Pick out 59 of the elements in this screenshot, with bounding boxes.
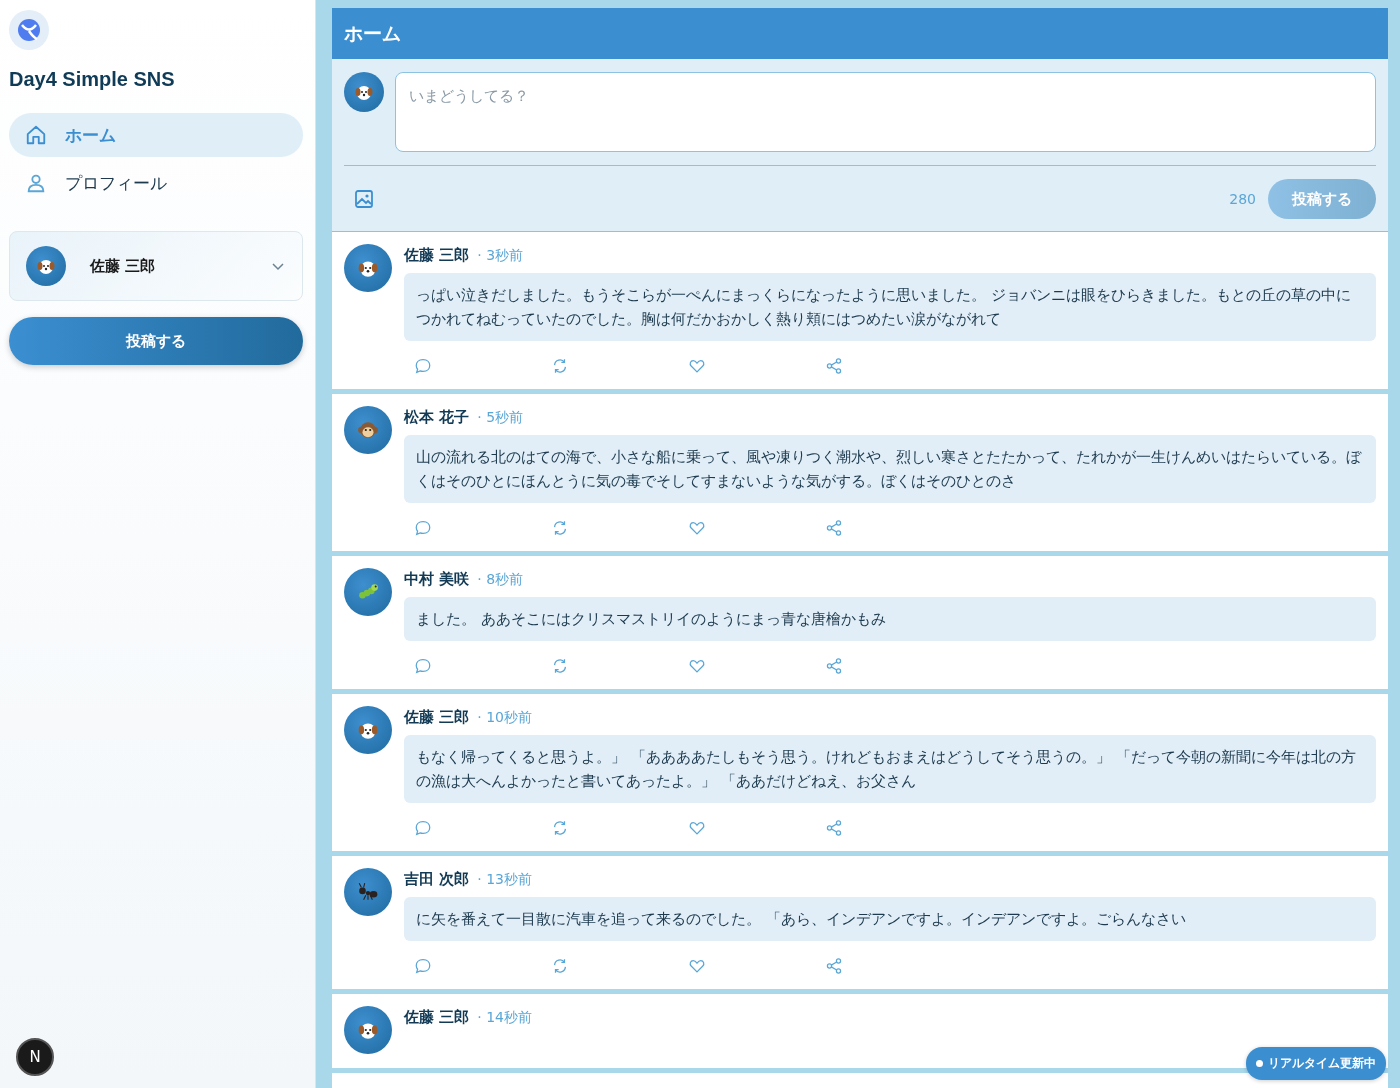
post-text: っぱい泣きだしました。もうそこらが一ぺんにまっくらになったように思いました。 ジョバンニは眼をひらきました。もとの丘の草の中につかれてねむっていたのでした。胸は何だかおかしく熱り頬にはつめたい涙がながれて xyxy=(404,273,1376,341)
share-icon[interactable] xyxy=(825,519,843,537)
comment-icon[interactable] xyxy=(414,819,432,837)
post-input-field[interactable]: いまどうしてる？ xyxy=(395,72,1376,152)
avatar-icon xyxy=(344,406,392,454)
post-text: ました。 ああそこにはクリスマストリイのようにまっ青な唐檜かもみ xyxy=(404,597,1376,641)
heart-icon[interactable] xyxy=(688,657,706,675)
avatar-icon xyxy=(344,868,392,916)
repost-icon[interactable] xyxy=(551,657,569,675)
avatar-icon xyxy=(344,568,392,616)
comment-icon[interactable] xyxy=(414,657,432,675)
home-icon xyxy=(25,124,47,146)
repost-icon[interactable] xyxy=(551,519,569,537)
post-time: · 10秒前 xyxy=(477,709,532,727)
comment-icon[interactable] xyxy=(414,357,432,375)
heart-icon[interactable] xyxy=(688,957,706,975)
account-switcher[interactable]: 佐藤 三郎 xyxy=(9,231,303,301)
avatar-icon xyxy=(344,1006,392,1054)
user-icon xyxy=(25,172,47,194)
avatar-icon xyxy=(344,706,392,754)
post-time: · 14秒前 xyxy=(477,1009,532,1027)
heart-icon[interactable] xyxy=(688,519,706,537)
realtime-status-text: リアルタイム更新中 xyxy=(1268,1055,1376,1072)
post-text: に矢を番えて一目散に汽車を追って来るのでした。 「あら、インデアンですよ。インデアンですよ。ごらんなさい xyxy=(404,897,1376,941)
comment-icon[interactable] xyxy=(414,957,432,975)
app-logo-icon[interactable] xyxy=(9,10,49,50)
app-title: Day4 Simple SNS xyxy=(9,68,176,91)
author-name[interactable]: 佐藤 三郎 xyxy=(404,246,470,265)
account-name: 佐藤 三郎 xyxy=(90,256,157,276)
page-title: ホーム xyxy=(344,20,401,46)
comment-icon[interactable] xyxy=(414,519,432,537)
nav-item[interactable]: プロフィール xyxy=(9,161,303,205)
author-name[interactable]: 佐藤 三郎 xyxy=(404,1008,470,1027)
author-name[interactable]: 松本 花子 xyxy=(404,408,470,427)
post-time: · 8秒前 xyxy=(477,571,524,589)
share-icon[interactable] xyxy=(825,819,843,837)
repost-icon[interactable] xyxy=(551,819,569,837)
avatar-icon xyxy=(344,72,384,112)
image-icon[interactable] xyxy=(354,189,374,209)
author-name[interactable]: 吉田 次郎 xyxy=(404,870,470,889)
author-name[interactable]: 中村 美咲 xyxy=(404,570,470,589)
character-counter: 280 xyxy=(1229,191,1256,207)
share-icon[interactable] xyxy=(825,657,843,675)
repost-icon[interactable] xyxy=(551,957,569,975)
heart-icon[interactable] xyxy=(688,819,706,837)
status-dot-icon xyxy=(1256,1060,1263,1067)
post-time: · 5秒前 xyxy=(477,409,524,427)
share-icon[interactable] xyxy=(825,357,843,375)
post-time: · 13秒前 xyxy=(477,871,532,889)
post-text: もなく帰ってくると思うよ。」 「ああああたしもそう思う。けれどもおまえはどうしてそう思うの。」 「だって今朝の新聞に今年は北の方の漁は大へんよかったと書いてあったよ。」 「ああだけどねえ、お父さん xyxy=(404,735,1376,803)
share-icon[interactable] xyxy=(825,957,843,975)
repost-icon[interactable] xyxy=(551,357,569,375)
author-name[interactable]: 佐藤 三郎 xyxy=(404,708,470,727)
post-button[interactable]: 投稿する xyxy=(9,317,303,365)
avatar-icon xyxy=(344,244,392,292)
heart-icon[interactable] xyxy=(688,357,706,375)
post-time: · 3秒前 xyxy=(477,247,524,265)
post-text: 山の流れる北のはての海で、小さな船に乗って、風や凍りつく潮水や、烈しい寒さとたたかって、たれかが一生けんめいはたらいている。ぼくはそのひとにほんとうに気の毒でそしてすまないような気がする。ぼくはそのひとのさ xyxy=(404,435,1376,503)
avatar-icon xyxy=(26,246,66,286)
